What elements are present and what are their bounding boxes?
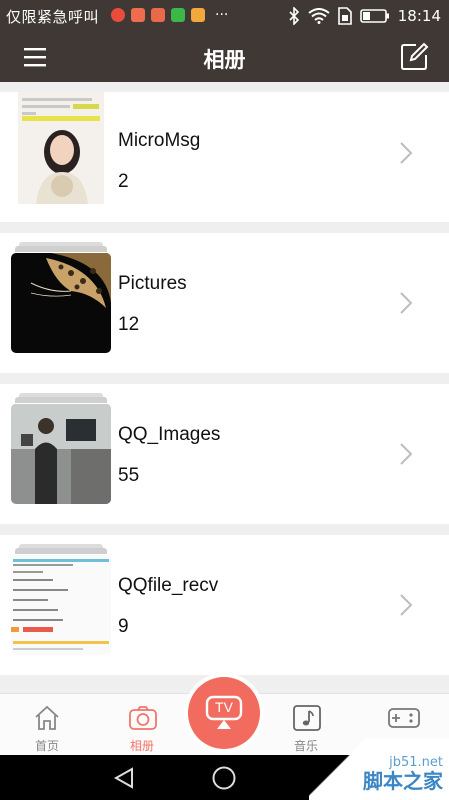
album-thumbnail: [11, 253, 111, 353]
album-stack-edge: [15, 246, 107, 252]
more-notifications-icon: ···: [215, 7, 229, 23]
chevron-right-icon: [400, 142, 413, 164]
album-stack-edge: [15, 548, 107, 554]
album-row-pictures[interactable]: Pictures 12: [0, 233, 449, 373]
album-thumbnail: [18, 92, 104, 204]
album-count: 12: [118, 314, 140, 335]
back-icon[interactable]: [112, 766, 136, 790]
mail-app-icon: [131, 8, 145, 22]
weibo-icon: [111, 8, 125, 22]
battery-icon: [359, 9, 389, 23]
chevron-right-icon: [400, 594, 413, 616]
album-name: MicroMsg: [118, 130, 201, 151]
music-icon: [293, 705, 321, 731]
system-icons: 18:14: [288, 4, 441, 28]
edit-icon[interactable]: [399, 42, 429, 72]
album-row-qqfile-recv[interactable]: QQfile_recv 9: [0, 535, 449, 675]
sim-icon: [337, 7, 352, 25]
watermark: jb51.net 脚本之家: [309, 738, 449, 800]
tv-label: TV: [215, 699, 233, 715]
album-row-micromsg[interactable]: MicroMsg 2: [0, 92, 449, 222]
home-circle-icon[interactable]: [211, 765, 237, 791]
app-header: 相册: [0, 32, 449, 82]
wechat-icon: [171, 8, 185, 22]
wifi-icon: [308, 8, 330, 24]
nav-album[interactable]: 相册: [97, 694, 187, 756]
nav-label: 首页: [34, 739, 59, 753]
chevron-right-icon: [400, 443, 413, 465]
watermark-brand: 脚本之家: [363, 769, 443, 793]
album-thumbnail: [11, 555, 111, 655]
album-count: 9: [118, 616, 129, 637]
album-thumbnail: [11, 404, 111, 504]
notification-icons: ···: [111, 8, 228, 22]
nav-label: 相册: [129, 739, 154, 753]
album-name: Pictures: [118, 273, 187, 294]
home-icon: [35, 705, 59, 730]
gift-app-icon: [151, 8, 165, 22]
carrier-text: 仅限紧急呼叫: [6, 8, 100, 26]
tv-cast-button[interactable]: TV: [188, 677, 260, 749]
status-bar: 仅限紧急呼叫 ··· 18:14: [0, 0, 449, 32]
gamepad-icon: [388, 708, 420, 728]
bluetooth-icon: [289, 7, 299, 25]
page-title: 相册: [203, 48, 246, 72]
nav-home[interactable]: 首页: [2, 694, 92, 756]
camera-icon: [129, 706, 157, 730]
chevron-right-icon: [400, 292, 413, 314]
store-app-icon: [191, 8, 205, 22]
album-row-qq-images[interactable]: QQ_Images 55: [0, 384, 449, 524]
album-name: QQfile_recv: [118, 575, 219, 596]
album-count: 2: [118, 171, 129, 192]
album-name: QQ_Images: [118, 424, 221, 445]
clock: 18:14: [397, 7, 441, 25]
album-count: 55: [118, 465, 140, 486]
album-stack-edge: [15, 397, 107, 403]
